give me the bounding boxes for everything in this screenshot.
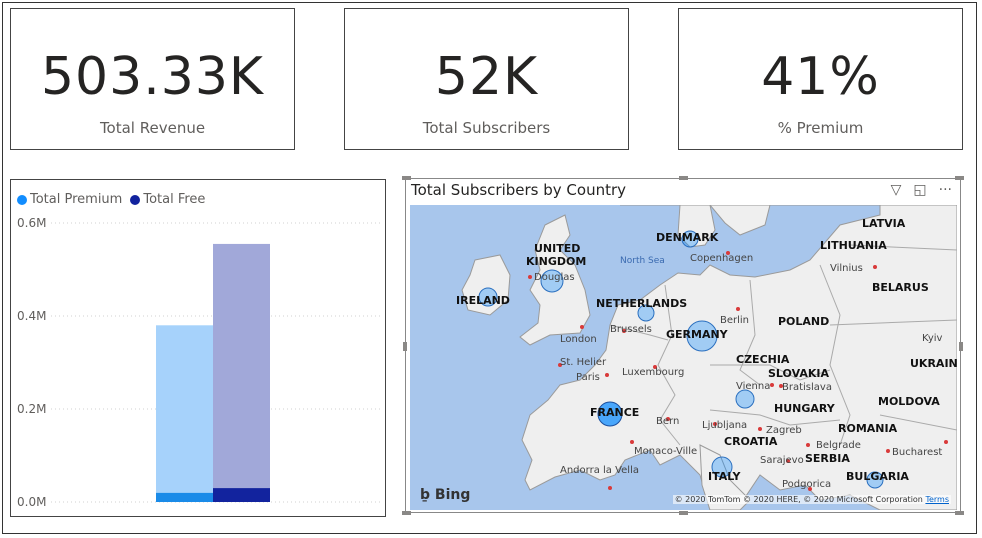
svg-text:GERMANY: GERMANY (666, 328, 729, 341)
bing-label: Bing (434, 487, 471, 503)
svg-text:SLOVAKIA: SLOVAKIA (768, 367, 829, 380)
svg-text:ROMANIA: ROMANIA (838, 422, 898, 435)
kpi-value: 52K (434, 47, 539, 107)
svg-text:Vilnius: Vilnius (830, 263, 863, 274)
resize-handle[interactable] (402, 511, 411, 515)
kpi-label: % Premium (777, 119, 864, 137)
bar-segment[interactable] (156, 492, 213, 502)
svg-text:Kyiv: Kyiv (922, 333, 943, 344)
svg-text:CZECHIA: CZECHIA (736, 353, 790, 366)
resize-handle[interactable] (402, 176, 411, 180)
bar-segment[interactable] (156, 325, 213, 493)
svg-text:Bratislava: Bratislava (782, 382, 832, 393)
svg-text:Douglas: Douglas (534, 272, 575, 283)
svg-text:Monaco-Ville: Monaco-Ville (634, 446, 697, 457)
svg-text:SERBIA: SERBIA (805, 452, 850, 465)
svg-text:HUNGARY: HUNGARY (774, 402, 836, 415)
svg-text:Paris: Paris (576, 372, 600, 383)
bing-logo: ḇ Bing (420, 487, 470, 503)
svg-text:Copenhagen: Copenhagen (690, 253, 753, 264)
svg-text:Vienna: Vienna (736, 381, 770, 392)
svg-text:BULGARIA: BULGARIA (846, 470, 909, 483)
resize-handle[interactable] (403, 342, 407, 351)
svg-text:CROATIA: CROATIA (724, 435, 778, 448)
svg-text:FRANCE: FRANCE (590, 406, 639, 419)
y-tick-label: 0.4M (17, 309, 46, 323)
chart-plot: 0.0M 0.2M 0.4M 0.6M (17, 216, 383, 509)
visual-header-icons: ▽ ◱ ··· (891, 182, 952, 198)
map-visual[interactable]: Total Subscribers by Country ▽ ◱ ··· LAT… (402, 176, 964, 515)
resize-handle[interactable] (959, 342, 963, 351)
svg-text:Zagreb: Zagreb (766, 425, 802, 436)
y-tick-label: 0.2M (17, 402, 46, 416)
svg-text:Luxembourg: Luxembourg (622, 367, 684, 378)
terms-link[interactable]: Terms (925, 495, 949, 504)
map-canvas[interactable]: LATVIA LITHUANIA BELARUS DENMARK UNITED … (410, 205, 957, 510)
svg-text:Andorra la Vella: Andorra la Vella (560, 465, 639, 476)
svg-text:UNITED: UNITED (534, 242, 580, 255)
svg-text:St. Helier: St. Helier (560, 357, 607, 368)
focus-mode-icon[interactable]: ◱ (913, 182, 926, 198)
svg-text:LATVIA: LATVIA (862, 217, 906, 230)
svg-text:Belgrade: Belgrade (816, 440, 861, 451)
svg-text:London: London (560, 334, 597, 345)
svg-text:Sarajevo: Sarajevo (760, 455, 804, 466)
map-copyright: © 2020 TomTom © 2020 HERE, © 2020 Micros… (672, 495, 951, 504)
svg-text:Podgorica: Podgorica (782, 479, 831, 490)
resize-handle[interactable] (955, 511, 964, 515)
resize-handle[interactable] (679, 176, 688, 180)
kpi-card-percent-premium[interactable]: 41% % Premium (678, 8, 963, 150)
svg-text:UKRAINE: UKRAINE (910, 357, 957, 370)
stacked-bar-chart[interactable]: Total Premium Total Free 0.0M 0.2M 0.4M 0.6… (10, 179, 386, 517)
kpi-label: Total Subscribers (422, 119, 551, 137)
svg-text:Berlin: Berlin (720, 315, 749, 326)
bar-segment[interactable] (213, 243, 270, 489)
svg-text:LITHUANIA: LITHUANIA (820, 239, 887, 252)
svg-text:North Sea: North Sea (620, 256, 665, 266)
map-title: Total Subscribers by Country (411, 181, 627, 199)
svg-text:POLAND: POLAND (778, 315, 829, 328)
more-options-icon[interactable]: ··· (939, 182, 952, 198)
copyright-text: © 2020 TomTom © 2020 HERE, © 2020 Micros… (674, 495, 923, 504)
kpi-value: 503.33K (40, 47, 265, 107)
bar-segment[interactable] (213, 488, 270, 502)
svg-text:Bern: Bern (656, 416, 679, 427)
filter-icon[interactable]: ▽ (891, 182, 902, 198)
svg-text:BELARUS: BELARUS (872, 281, 929, 294)
map-image: LATVIA LITHUANIA BELARUS DENMARK UNITED … (456, 205, 957, 510)
resize-handle[interactable] (679, 511, 688, 515)
svg-text:Ljubljana: Ljubljana (702, 420, 747, 431)
kpi-value: 41% (761, 47, 880, 107)
svg-text:ITALY: ITALY (708, 470, 742, 483)
svg-text:Bucharest: Bucharest (892, 447, 942, 458)
svg-text:MOLDOVA: MOLDOVA (878, 395, 940, 408)
svg-text:NETHERLANDS: NETHERLANDS (596, 297, 687, 310)
resize-handle[interactable] (955, 176, 964, 180)
kpi-label: Total Revenue (99, 119, 206, 137)
y-tick-label: 0.6M (17, 216, 46, 230)
svg-text:KINGDOM: KINGDOM (526, 255, 586, 268)
svg-text:DENMARK: DENMARK (656, 231, 719, 244)
svg-text:IRELAND: IRELAND (456, 294, 510, 307)
svg-text:Brussels: Brussels (610, 324, 652, 335)
y-tick-label: 0.0M (17, 495, 46, 509)
kpi-card-total-revenue[interactable]: 503.33K Total Revenue (10, 8, 295, 150)
bing-b-icon: ḇ (420, 487, 431, 503)
kpi-card-total-subscribers[interactable]: 52K Total Subscribers (344, 8, 629, 150)
